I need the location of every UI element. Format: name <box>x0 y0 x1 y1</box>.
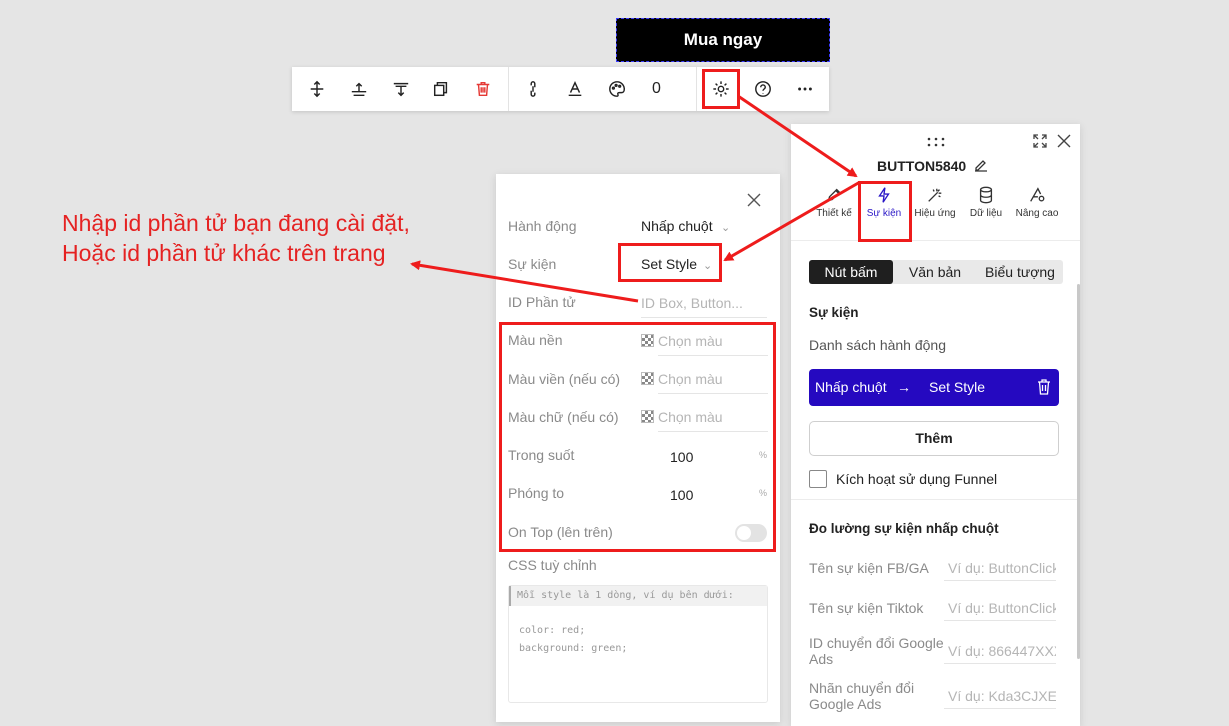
toolbar-count: 0 <box>652 80 661 97</box>
text-color-input[interactable]: Chọn màu <box>658 404 768 432</box>
google-ads-id-input[interactable]: Ví dụ: 866447XXX <box>944 640 1056 664</box>
on-top-label: On Top (lên trên) <box>508 524 613 540</box>
tiktok-event-label: Tên sự kiện Tiktok <box>809 600 924 616</box>
opacity-label: Trong suốt <box>508 447 575 463</box>
custom-css-textarea[interactable]: Mỗi style là 1 dòng, ví dụ bên dưới: col… <box>508 585 768 703</box>
tab-label: Dữ liệu <box>969 208 1003 219</box>
fb-ga-event-input[interactable]: Ví dụ: ButtonClick <box>944 557 1056 581</box>
element-id-label: ID Phần tử <box>508 294 576 310</box>
checker-icon <box>641 372 654 385</box>
tab-data[interactable]: Dữ liệu <box>959 186 1013 219</box>
tab-label: Thiết kế <box>816 208 852 219</box>
toolbar-divider <box>508 67 509 111</box>
chevron-down-icon: ⌄ <box>721 222 731 234</box>
add-action-button[interactable]: Thêm <box>809 421 1059 456</box>
align-bottom-icon[interactable] <box>380 67 422 111</box>
annotation-line-1: Nhập id phần tử bạn đang cài đặt, <box>62 210 410 236</box>
percent-unit: % <box>759 488 768 498</box>
element-name: BUTTON5840 <box>877 158 967 174</box>
action-select[interactable]: Nhấp chuột <box>641 218 713 234</box>
text-color-label: Màu chữ (nếu có) <box>508 409 619 425</box>
lightning-icon <box>878 187 890 203</box>
element-type-tabs: Nút bấm Văn bản Biểu tượng <box>809 260 1063 284</box>
custom-css-label: CSS tuỳ chỉnh <box>508 557 597 573</box>
tracking-title: Đo lường sự kiện nhấp chuột <box>809 521 999 536</box>
bg-color-label: Màu nền <box>508 332 563 348</box>
google-ads-label-input[interactable]: Ví dụ: Kda3CJXEn <box>944 685 1056 709</box>
action-card[interactable]: Nhấp chuột → Set Style <box>809 369 1059 406</box>
trash-icon[interactable] <box>462 67 504 111</box>
css-example-line: background: green; <box>519 643 628 654</box>
align-top-icon[interactable] <box>338 67 380 111</box>
action-trigger: Nhấp chuột <box>815 379 887 395</box>
chevron-down-icon: ⌄ <box>703 260 713 272</box>
help-icon[interactable] <box>742 67 784 111</box>
tiktok-event-input[interactable]: Ví dụ: ButtonClick <box>944 597 1056 621</box>
duplicate-icon[interactable] <box>420 67 462 111</box>
action-label: Hành động <box>508 218 577 234</box>
set-style-panel: Hành động Nhấp chuột ⌄ Sự kiện Set Style… <box>496 174 780 722</box>
opacity-input[interactable]: 100 <box>670 449 693 465</box>
advanced-icon <box>1030 187 1045 202</box>
css-example-line: color: red; <box>519 625 586 636</box>
database-icon <box>979 186 993 204</box>
toolbar-divider <box>696 67 697 111</box>
zoom-input[interactable]: 100 <box>670 487 693 503</box>
arrow-right-icon: → <box>897 379 911 395</box>
magic-wand-icon <box>928 188 942 202</box>
tab-label: Hiệu ứng <box>914 208 956 219</box>
checker-icon <box>641 410 654 423</box>
tab-advanced[interactable]: Nâng cao <box>1010 186 1064 219</box>
drag-handle-icon[interactable] <box>926 134 946 147</box>
event-select[interactable]: Set Style <box>641 256 697 272</box>
gear-icon[interactable] <box>700 67 742 111</box>
action-name: Set Style <box>929 379 986 395</box>
buy-now-button[interactable]: Mua ngay <box>616 18 830 62</box>
tab-text[interactable]: Văn bản <box>893 260 977 284</box>
divider <box>791 240 1080 241</box>
funnel-checkbox[interactable] <box>809 470 827 488</box>
border-color-label: Màu viền (nếu có) <box>508 371 621 387</box>
google-ads-id-label: ID chuyển đổi Google Ads <box>809 635 944 667</box>
close-icon[interactable] <box>1057 134 1071 148</box>
move-vertical-icon[interactable] <box>296 67 338 111</box>
divider <box>791 499 1077 500</box>
action-list-label: Danh sách hành động <box>809 337 946 353</box>
event-label: Sự kiện <box>508 256 557 272</box>
link-icon[interactable] <box>512 67 554 111</box>
tab-icon[interactable]: Biểu tượng <box>977 260 1063 284</box>
fb-ga-event-label: Tên sự kiện FB/GA <box>809 560 929 576</box>
tab-label: Nâng cao <box>1015 208 1059 219</box>
tab-button[interactable]: Nút bấm <box>809 260 893 284</box>
close-icon[interactable] <box>746 192 762 208</box>
zoom-label: Phóng to <box>508 485 565 501</box>
rename-pencil-icon[interactable] <box>974 158 988 172</box>
funnel-label: Kích hoạt sử dụng Funnel <box>836 471 998 487</box>
tab-label: Sự kiện <box>866 208 902 219</box>
annotation-text: Nhập id phần tử bạn đang cài đặt, Hoặc i… <box>62 208 410 268</box>
on-top-toggle[interactable] <box>735 524 767 542</box>
tab-effects[interactable]: Hiệu ứng <box>908 186 962 219</box>
element-id-input[interactable]: ID Box, Button... <box>641 290 767 318</box>
more-icon[interactable] <box>784 67 826 111</box>
border-color-input[interactable]: Chọn màu <box>658 366 768 394</box>
expand-icon[interactable] <box>1033 134 1047 148</box>
tab-events[interactable]: Sự kiện <box>857 186 911 219</box>
percent-unit: % <box>759 450 768 460</box>
text-style-icon[interactable] <box>554 67 596 111</box>
trash-icon[interactable] <box>1037 379 1051 395</box>
google-ads-label-label: Nhãn chuyển đổi Google Ads <box>809 680 915 712</box>
section-title: Sự kiện <box>809 305 859 320</box>
properties-panel: BUTTON5840 Thiết kế Sự kiện Hiệu ứng Dữ … <box>791 124 1080 726</box>
element-toolbar: 0 <box>292 67 829 111</box>
checker-icon <box>641 334 654 347</box>
annotation-line-2: Hoặc id phần tử khác trên trang <box>62 240 386 266</box>
tab-design[interactable]: Thiết kế <box>807 186 861 219</box>
bg-color-input[interactable]: Chọn màu <box>658 328 768 356</box>
edit-icon <box>827 188 841 202</box>
palette-icon[interactable] <box>596 67 638 111</box>
css-hint: Mỗi style là 1 dòng, ví dụ bên dưới: <box>509 586 767 606</box>
scrollbar[interactable] <box>1077 284 1080 659</box>
